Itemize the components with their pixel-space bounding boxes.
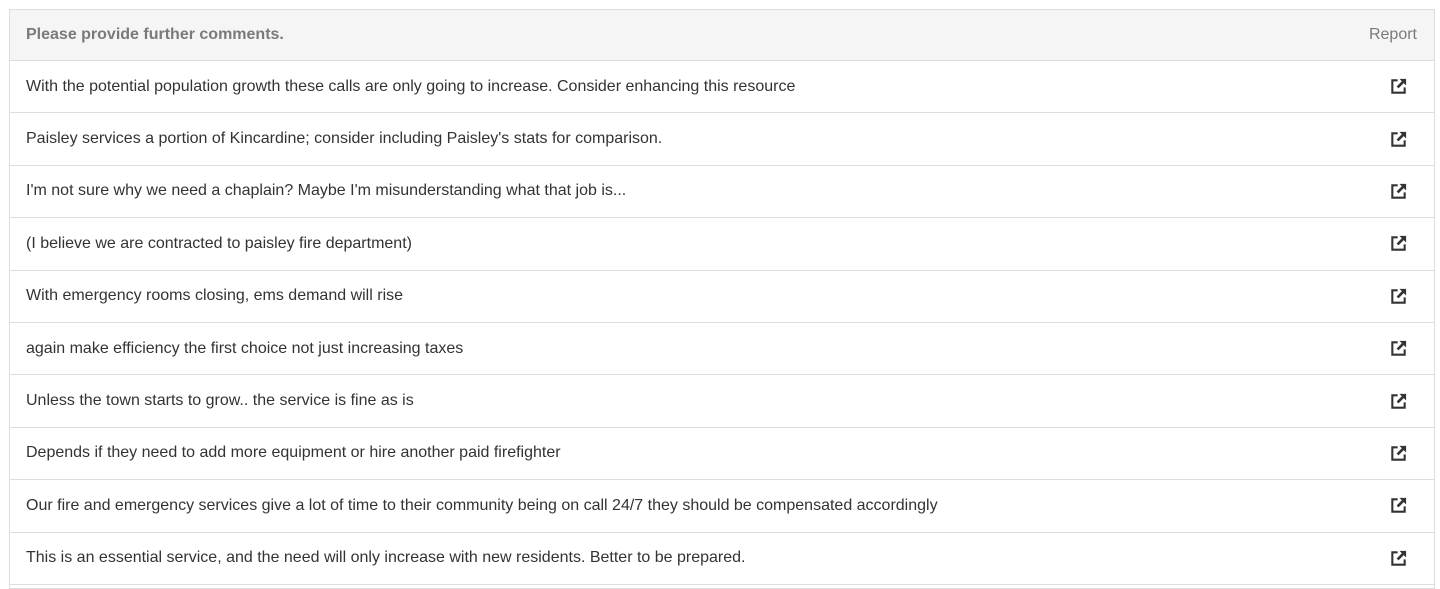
comment-text: This is an essential service, and the ne… [26,549,746,567]
table-row: Unless the town starts to grow.. the ser… [10,375,1434,428]
comment-text: Unless the town starts to grow.. the ser… [26,392,414,410]
table-row: again make efficiency the first choice n… [10,323,1434,376]
external-link-icon[interactable] [1388,548,1408,568]
column-header-comments: Please provide further comments. [26,26,284,43]
comment-text: Our fire and emergency services give a l… [26,496,938,514]
table-body: With the potential population growth the… [10,61,1434,585]
comment-text: Depends if they need to add more equipme… [26,444,561,462]
table-row: Depends if they need to add more equipme… [10,428,1434,481]
table-row: This is an essential service, and the ne… [10,533,1434,585]
table-row: With emergency rooms closing, ems demand… [10,271,1434,323]
table-header: Please provide further comments. Report [10,10,1434,61]
comment-text: Paisley services a portion of Kincardine… [26,130,663,148]
comment-text: again make efficiency the first choice n… [26,339,464,357]
table-row: Our fire and emergency services give a l… [10,480,1434,533]
external-link-icon[interactable] [1388,129,1408,149]
column-header-report: Report [1368,26,1417,43]
table-row: With the potential population growth the… [10,61,1434,114]
comment-text: (I believe we are contracted to paisley … [26,234,412,252]
external-link-icon[interactable] [1388,496,1408,516]
external-link-icon[interactable] [1388,234,1408,254]
comment-text: I'm not sure why we need a chaplain? May… [26,182,627,200]
external-link-icon[interactable] [1388,286,1408,306]
external-link-icon[interactable] [1388,181,1408,201]
external-link-icon[interactable] [1388,391,1408,411]
external-link-icon[interactable] [1388,77,1408,97]
external-link-icon[interactable] [1388,443,1408,463]
table-row: Paisley services a portion of Kincardine… [10,113,1434,166]
table-row: (I believe we are contracted to paisley … [10,218,1434,271]
comment-text: With the potential population growth the… [26,77,796,95]
external-link-icon[interactable] [1388,339,1408,359]
comment-text: With emergency rooms closing, ems demand… [26,287,404,305]
comments-table: Please provide further comments. Report … [9,9,1435,589]
table-row: I'm not sure why we need a chaplain? May… [10,166,1434,219]
